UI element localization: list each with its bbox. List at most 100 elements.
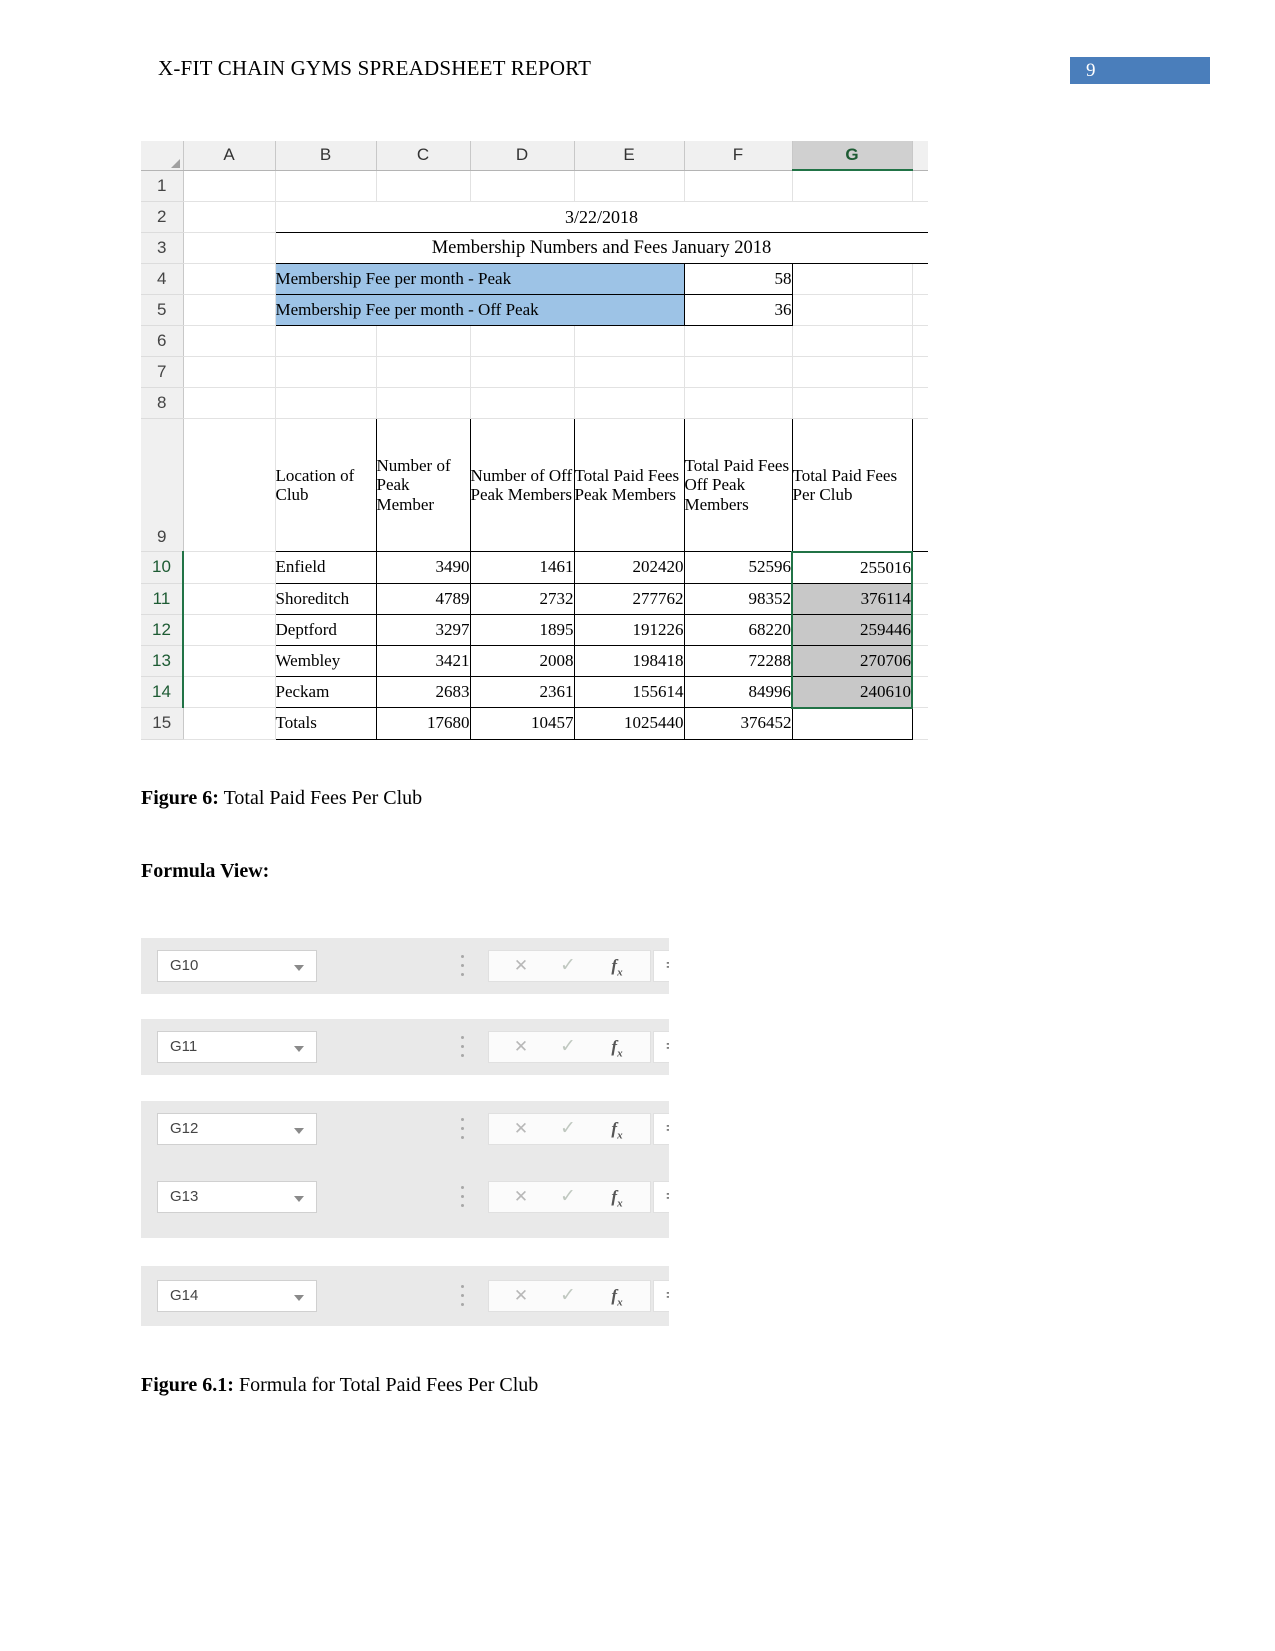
cancel-icon[interactable]: ✕	[497, 951, 545, 981]
formula-input-g14[interactable]: =SUM(E14,F14)	[653, 1280, 669, 1312]
formula-input-g12[interactable]: =SUM(E12,F12)	[653, 1113, 669, 1145]
row-header-12[interactable]: 12	[141, 614, 184, 646]
cell-offpeak-members-11[interactable]: 2732	[469, 582, 575, 615]
cell-a3[interactable]	[183, 232, 276, 264]
cell-fees-offpeak-14[interactable]: 84996	[683, 675, 793, 708]
cell-fees-per-club-14[interactable]: 240610	[791, 675, 913, 709]
cell-a13[interactable]	[183, 645, 276, 677]
row-header-13[interactable]: 13	[141, 645, 184, 677]
chevron-down-icon[interactable]	[294, 1046, 304, 1052]
cell-c7[interactable]	[376, 356, 471, 388]
cell-totals-fees-per-club[interactable]	[791, 707, 913, 740]
cell-d8[interactable]	[470, 387, 575, 419]
cell-peak-fee-value[interactable]: 58	[683, 263, 793, 295]
cell-b6[interactable]	[275, 325, 377, 357]
cell-a9[interactable]	[183, 418, 276, 552]
cell-totals-fees-offpeak[interactable]: 376452	[683, 707, 793, 740]
cell-fees-peak-11[interactable]: 277762	[573, 582, 685, 615]
cell-fees-peak-10[interactable]: 202420	[573, 551, 685, 584]
cell-a10[interactable]	[183, 551, 276, 584]
more-options-icon[interactable]	[461, 1186, 464, 1208]
cell-c6[interactable]	[376, 325, 471, 357]
cell-e6[interactable]	[574, 325, 685, 357]
cell-a8[interactable]	[183, 387, 276, 419]
column-header-g[interactable]: G	[792, 141, 913, 171]
column-header-f[interactable]: F	[684, 141, 793, 171]
cell-c8[interactable]	[376, 387, 471, 419]
column-header-e[interactable]: E	[574, 141, 685, 171]
cell-fees-per-club-13[interactable]: 270706	[791, 644, 913, 677]
cell-fees-per-club-12[interactable]: 259446	[791, 613, 913, 646]
cell-e7[interactable]	[574, 356, 685, 388]
cell-report-title[interactable]: Membership Numbers and Fees January 2018	[274, 232, 928, 264]
name-box-g10[interactable]: G10	[157, 950, 317, 982]
cell-e1[interactable]	[574, 170, 685, 202]
cancel-icon[interactable]: ✕	[497, 1182, 545, 1212]
cancel-icon[interactable]: ✕	[497, 1032, 545, 1062]
header-total-paid-fees-off-peak-members[interactable]: Total Paid Fees Off Peak Members	[683, 418, 793, 552]
chevron-down-icon[interactable]	[294, 1196, 304, 1202]
cell-g6[interactable]	[792, 325, 913, 357]
cell-a6[interactable]	[183, 325, 276, 357]
row-header-7[interactable]: 7	[141, 356, 184, 388]
more-options-icon[interactable]	[461, 1036, 464, 1058]
cell-date[interactable]: 3/22/2018	[274, 201, 928, 233]
cell-totals-peak-members[interactable]: 17680	[375, 707, 471, 740]
chevron-down-icon[interactable]	[294, 1295, 304, 1301]
name-box-g14[interactable]: G14	[157, 1280, 317, 1312]
cell-f1[interactable]	[684, 170, 793, 202]
column-header-c[interactable]: C	[376, 141, 471, 171]
function-icon[interactable]: fx	[593, 1114, 641, 1144]
cell-a2[interactable]	[183, 201, 276, 233]
row-header-3[interactable]: 3	[141, 232, 184, 264]
more-options-icon[interactable]	[461, 955, 464, 977]
cell-e8[interactable]	[574, 387, 685, 419]
cell-g1[interactable]	[792, 170, 913, 202]
cell-g8[interactable]	[792, 387, 913, 419]
cell-peak-members-14[interactable]: 2683	[375, 675, 471, 708]
name-box-g13[interactable]: G13	[157, 1181, 317, 1213]
cell-peak-fee-label[interactable]: Membership Fee per month - Peak	[274, 263, 685, 295]
cell-peak-members-12[interactable]: 3297	[375, 613, 471, 646]
cell-totals-label[interactable]: Totals	[274, 707, 377, 740]
formula-input-g11[interactable]: =SUM(E11,F11)	[653, 1031, 669, 1063]
cell-g5[interactable]	[792, 294, 913, 326]
function-icon[interactable]: fx	[593, 1281, 641, 1311]
confirm-icon[interactable]: ✓	[544, 951, 592, 981]
formula-input-g10[interactable]: =SUM(E10,F10)	[653, 950, 669, 982]
cell-location-14[interactable]: Peckam	[274, 675, 377, 708]
function-icon[interactable]: fx	[593, 1032, 641, 1062]
formula-input-g13[interactable]: =SUM(E13,F13)	[653, 1181, 669, 1213]
cancel-icon[interactable]: ✕	[497, 1114, 545, 1144]
function-icon[interactable]: fx	[593, 1182, 641, 1212]
row-header-2[interactable]: 2	[141, 201, 184, 233]
select-all-corner[interactable]	[141, 141, 184, 171]
confirm-icon[interactable]: ✓	[544, 1281, 592, 1311]
cell-location-11[interactable]: Shoreditch	[274, 582, 377, 615]
column-header-b[interactable]: B	[275, 141, 377, 171]
header-total-paid-fees-peak-members[interactable]: Total Paid Fees Peak Members	[573, 418, 685, 552]
row-header-15[interactable]: 15	[141, 707, 184, 740]
cell-g4[interactable]	[792, 263, 913, 295]
chevron-down-icon[interactable]	[294, 965, 304, 971]
cell-f6[interactable]	[684, 325, 793, 357]
chevron-down-icon[interactable]	[294, 1128, 304, 1134]
cell-b8[interactable]	[275, 387, 377, 419]
function-icon[interactable]: fx	[593, 951, 641, 981]
header-total-paid-fees-per-club[interactable]: Total Paid Fees Per Club	[791, 418, 913, 552]
cell-a7[interactable]	[183, 356, 276, 388]
cell-b1[interactable]	[275, 170, 377, 202]
cell-peak-members-13[interactable]: 3421	[375, 644, 471, 677]
row-header-6[interactable]: 6	[141, 325, 184, 357]
cell-fees-offpeak-12[interactable]: 68220	[683, 613, 793, 646]
cell-fees-offpeak-10[interactable]: 52596	[683, 551, 793, 584]
row-header-14[interactable]: 14	[141, 676, 184, 708]
row-header-10[interactable]: 10	[141, 551, 184, 584]
cell-location-13[interactable]: Wembley	[274, 644, 377, 677]
row-header-5[interactable]: 5	[141, 294, 184, 326]
cell-offpeak-fee-label[interactable]: Membership Fee per month - Off Peak	[274, 294, 685, 326]
cell-peak-members-10[interactable]: 3490	[375, 551, 471, 584]
cell-offpeak-fee-value[interactable]: 36	[683, 294, 793, 326]
more-options-icon[interactable]	[461, 1118, 464, 1140]
cell-offpeak-members-13[interactable]: 2008	[469, 644, 575, 677]
